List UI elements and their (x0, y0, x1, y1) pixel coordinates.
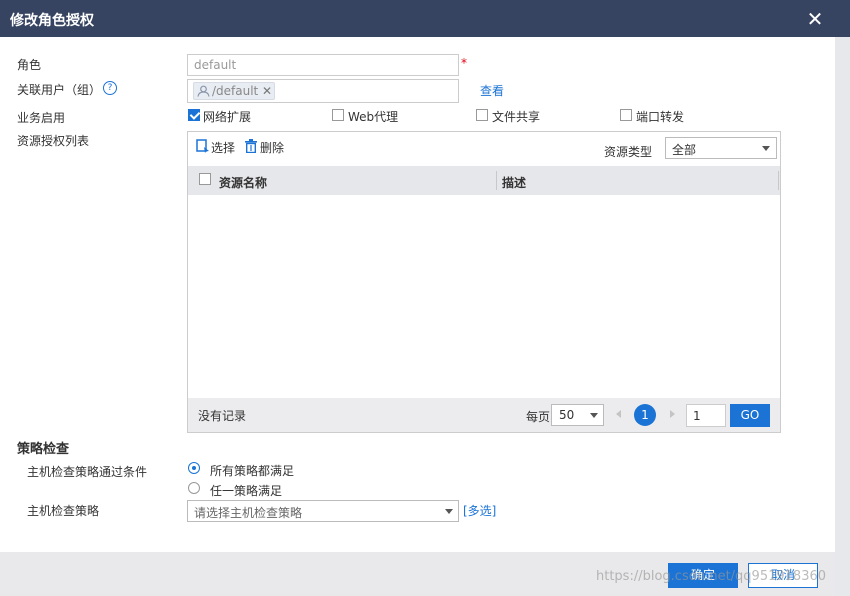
checkbox-label: 网络扩展 (203, 110, 252, 124)
role-value: default (194, 58, 237, 72)
chip-remove-icon[interactable]: ✕ (262, 84, 272, 98)
radio-label: 所有策略都满足 (210, 464, 295, 478)
multi-select-link[interactable]: [多选] (463, 502, 496, 519)
select-icon[interactable] (196, 139, 210, 153)
help-icon[interactable]: ? (103, 81, 117, 95)
delete-button[interactable]: 删除 (260, 139, 284, 156)
resource-type-value: 全部 (672, 143, 697, 157)
watermark: https://blog.csdn.net/qq951918360 (596, 569, 827, 584)
policy-placeholder: 请选择主机检查策略 (194, 506, 303, 520)
current-page[interactable]: 1 (634, 404, 656, 426)
resource-list-label: 资源授权列表 (17, 134, 90, 148)
user-chip: /default ✕ (193, 82, 275, 100)
scroll-strip (835, 37, 850, 596)
trash-icon[interactable] (245, 139, 257, 153)
page-number-value: 1 (693, 409, 701, 423)
chevron-down-icon (762, 146, 770, 151)
checkbox-label: 端口转发 (636, 110, 685, 124)
user-group-input[interactable]: /default ✕ (187, 79, 459, 103)
resource-type-label: 资源类型 (604, 145, 653, 159)
checkbox-port-forward[interactable] (620, 109, 632, 121)
prev-page-icon[interactable] (616, 410, 621, 418)
table-header (188, 166, 780, 195)
required-mark: * (461, 56, 467, 70)
condition-label: 主机检查策略通过条件 (27, 465, 148, 479)
resource-type-select[interactable]: 全部 (665, 137, 777, 159)
checkbox-web-proxy[interactable] (332, 109, 344, 121)
service-label: 业务启用 (17, 111, 66, 125)
role-label: 角色 (17, 58, 42, 72)
per-page-select[interactable]: 50 (551, 404, 604, 426)
checkbox-network-extension[interactable] (188, 109, 200, 121)
radio-all-policies[interactable] (188, 462, 200, 474)
go-button[interactable]: GO (730, 404, 770, 427)
policy-label: 主机检查策略 (27, 504, 100, 518)
close-icon[interactable]: ✕ (806, 9, 824, 29)
role-input[interactable]: default (187, 54, 459, 76)
checkbox-label: 文件共享 (492, 110, 541, 124)
policy-select[interactable]: 请选择主机检查策略 (187, 500, 459, 522)
user-label: 关联用户（组） (17, 83, 102, 97)
column-divider (778, 171, 779, 190)
user-chip-label: /default (212, 84, 259, 98)
radio-any-policy[interactable] (188, 482, 200, 494)
page-number-input[interactable]: 1 (686, 404, 726, 427)
checkbox-file-share[interactable] (476, 109, 488, 121)
radio-label: 任一策略满足 (210, 484, 283, 498)
select-button[interactable]: 选择 (211, 139, 235, 156)
per-page-value: 50 (559, 408, 575, 422)
dialog-title: 修改角色授权 (10, 13, 94, 29)
chevron-down-icon (445, 509, 453, 514)
policy-section-title: 策略检查 (17, 442, 70, 457)
per-page-label: 每页 (526, 410, 551, 424)
checkbox-label: Web代理 (348, 110, 399, 124)
chevron-down-icon (590, 413, 598, 418)
column-header-name[interactable]: 资源名称 (219, 174, 267, 191)
select-all-checkbox[interactable] (199, 173, 211, 185)
column-divider (496, 171, 497, 190)
dialog-titlebar (0, 0, 850, 37)
column-header-description[interactable]: 描述 (502, 174, 526, 191)
next-page-icon[interactable] (670, 410, 675, 418)
empty-text: 没有记录 (198, 409, 247, 423)
user-icon (197, 85, 210, 97)
view-link[interactable]: 查看 (480, 82, 504, 99)
